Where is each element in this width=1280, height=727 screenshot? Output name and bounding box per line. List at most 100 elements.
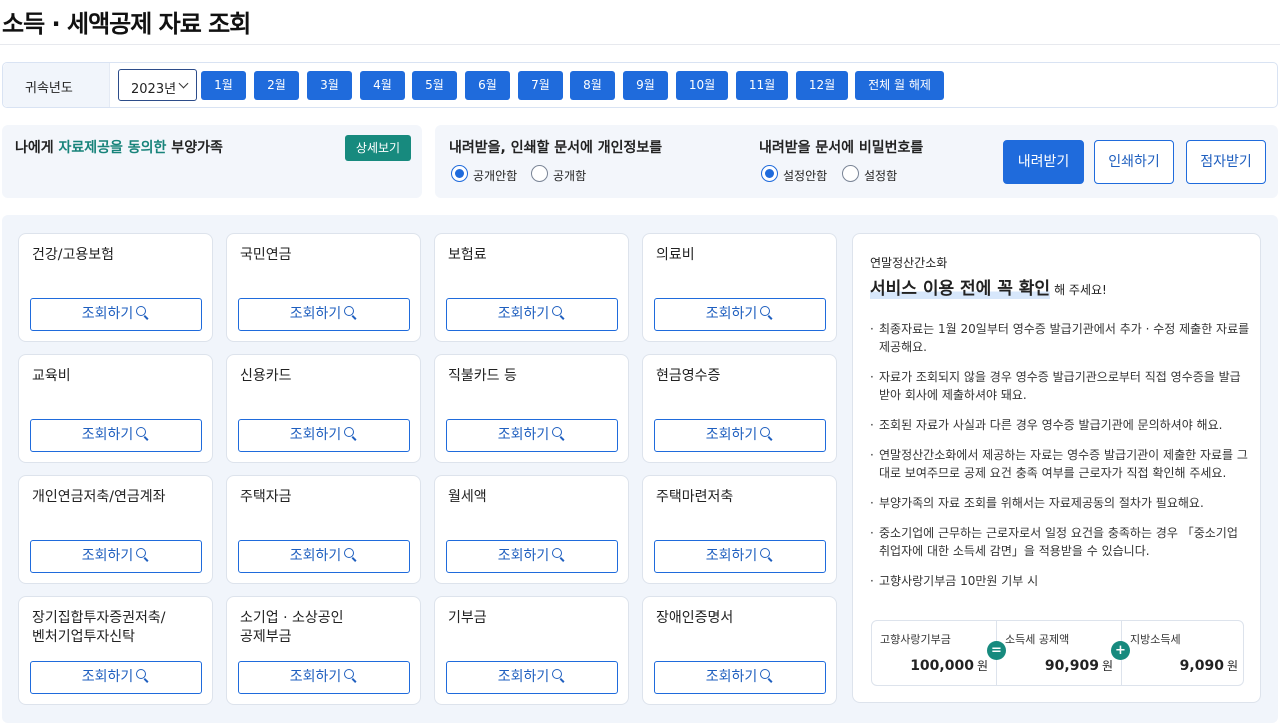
braille-button[interactable]: 점자받기 [1186,140,1266,184]
query-button-label: 조회하기 [81,548,134,564]
query-button[interactable]: 조회하기 [238,540,410,573]
notice-item: 자료가 조회되지 않을 경우 영수증 발급기관으로부터 직접 영수증을 발급받아… [870,368,1250,404]
deduction-card-title: 신용카드 [240,368,292,384]
consent-suffix: 부양가족 [166,140,223,156]
month-button-6[interactable]: 6월 [465,71,510,100]
query-button[interactable]: 조회하기 [654,661,826,694]
query-button[interactable]: 조회하기 [446,540,618,573]
query-button[interactable]: 조회하기 [446,298,618,331]
radio-selected-icon [451,165,468,182]
query-button[interactable]: 조회하기 [446,661,618,694]
search-icon [760,669,774,683]
query-button[interactable]: 조회하기 [654,419,826,452]
deduction-card: 신용카드조회하기 [226,354,421,463]
deduction-card: 개인연금저축/연금계좌 조회하기 [18,475,213,584]
month-button-7[interactable]: 7월 [518,71,563,100]
password-radio-none-label: 설정안함 [783,169,828,183]
query-button-label: 조회하기 [289,548,342,564]
query-button[interactable]: 조회하기 [30,419,202,452]
deduction-card-title: 교육비 [32,368,71,384]
deduction-card-title: 의료비 [656,247,695,263]
notice-item: 조회된 자료가 사실과 다른 경우 영수증 발급기관에 문의하셔야 해요. [870,416,1250,434]
query-button[interactable]: 조회하기 [30,661,202,694]
month-button-5[interactable]: 5월 [412,71,457,100]
print-button[interactable]: 인쇄하기 [1094,140,1174,184]
privacy-radio-show-label: 공개함 [553,169,587,183]
search-icon [136,548,150,562]
notice-item: 중소기업에 근무하는 근로자로서 일정 요건을 충족하는 경우 「중소기업 취업… [870,524,1250,560]
query-button-label: 조회하기 [705,548,758,564]
consent-prefix: 나에게 [15,140,59,156]
equals-icon: = [987,641,1006,660]
deduction-card: 직불카드 등조회하기 [434,354,629,463]
privacy-radio-hide-label: 공개안함 [473,169,518,183]
query-button[interactable]: 조회하기 [654,298,826,331]
deduction-card: 소기업 · 소상공인 공제부금 조회하기 [226,596,421,705]
clear-all-months-button[interactable]: 전체 월 해제 [855,71,944,100]
deduction-card-title: 주택자금 [240,489,292,505]
notice-subtitle: 연말정산간소화 [870,256,948,270]
year-select-value: 2023년 [131,82,177,97]
query-button[interactable]: 조회하기 [30,298,202,331]
search-icon [136,306,150,320]
query-button-label: 조회하기 [81,427,134,443]
query-button[interactable]: 조회하기 [446,419,618,452]
deduction-card: 건강/고용보험조회하기 [18,233,213,342]
search-icon [344,306,358,320]
chevron-down-icon [178,78,189,89]
donation-amount-cell: 고향사랑기부금 100,000 원 [872,621,996,685]
query-button-label: 조회하기 [705,306,758,322]
consent-highlight: 자료제공을 동의한 [58,140,167,156]
query-button[interactable]: 조회하기 [238,419,410,452]
deduction-card: 기부금 조회하기 [434,596,629,705]
query-button-label: 조회하기 [497,548,550,564]
query-button-label: 조회하기 [705,427,758,443]
download-button[interactable]: 내려받기 [1003,140,1084,184]
notice-headline: 서비스 이용 전에 꼭 확인 해 주세요! [870,274,1107,299]
search-icon [760,306,774,320]
month-button-10[interactable]: 10월 [676,71,728,100]
detail-view-button[interactable]: 상세보기 [345,135,411,161]
query-button[interactable]: 조회하기 [238,661,410,694]
deduction-card: 장애인증명서조회하기 [642,596,837,705]
search-icon [552,306,566,320]
month-button-9[interactable]: 9월 [623,71,668,100]
month-button-12[interactable]: 12월 [796,71,848,100]
deduction-card: 현금영수증조회하기 [642,354,837,463]
month-button-11[interactable]: 11월 [736,71,788,100]
dependent-consent-text: 나에게 자료제공을 동의한 부양가족 [15,137,223,157]
deduction-card-title: 장애인증명서 [656,610,734,626]
deduction-card-title: 보험료 [448,247,487,263]
query-button[interactable]: 조회하기 [238,298,410,331]
query-button-label: 조회하기 [289,669,342,685]
month-button-4[interactable]: 4월 [360,71,405,100]
deduction-card-title: 건강/고용보험 [32,247,114,263]
deduction-card-title: 현금영수증 [656,368,721,384]
month-button-8[interactable]: 8월 [570,71,615,100]
local-income-tax-cell: 지방소득세 9,090 원 [1122,621,1246,685]
notice-headline-rest: 해 주세요! [1054,283,1107,297]
notice-item: 최종자료는 1월 20일부터 영수증 발급기관에서 추가 · 수정 제출한 자료… [870,320,1250,356]
deduction-card: 장기집합투자증권저축/ 벤처기업투자신탁 조회하기 [18,596,213,705]
month-button-1[interactable]: 1월 [201,71,246,100]
deduction-card-title: 직불카드 등 [448,368,517,384]
search-icon [136,669,150,683]
query-button[interactable]: 조회하기 [654,540,826,573]
year-select[interactable]: 2023년 [118,69,197,101]
deduction-card: 주택자금조회하기 [226,475,421,584]
plus-icon: + [1111,641,1130,660]
search-icon [344,427,358,441]
deduction-card-title: 월세액 [448,489,487,505]
month-button-3[interactable]: 3월 [307,71,352,100]
month-button-2[interactable]: 2월 [254,71,299,100]
donation-amount-value: 100,000 원 [910,658,988,674]
income-tax-deduction-label: 소득세 공제액 [1005,633,1070,646]
deduction-card: 의료비조회하기 [642,233,837,342]
search-icon [552,427,566,441]
query-button-label: 조회하기 [289,306,342,322]
notice-list: 최종자료는 1월 20일부터 영수증 발급기관에서 추가 · 수정 제출한 자료… [870,320,1250,602]
search-icon [344,548,358,562]
query-button[interactable]: 조회하기 [30,540,202,573]
radio-unselected-icon [842,165,859,182]
notice-item: 고향사랑기부금 10만원 기부 시 [870,572,1250,590]
